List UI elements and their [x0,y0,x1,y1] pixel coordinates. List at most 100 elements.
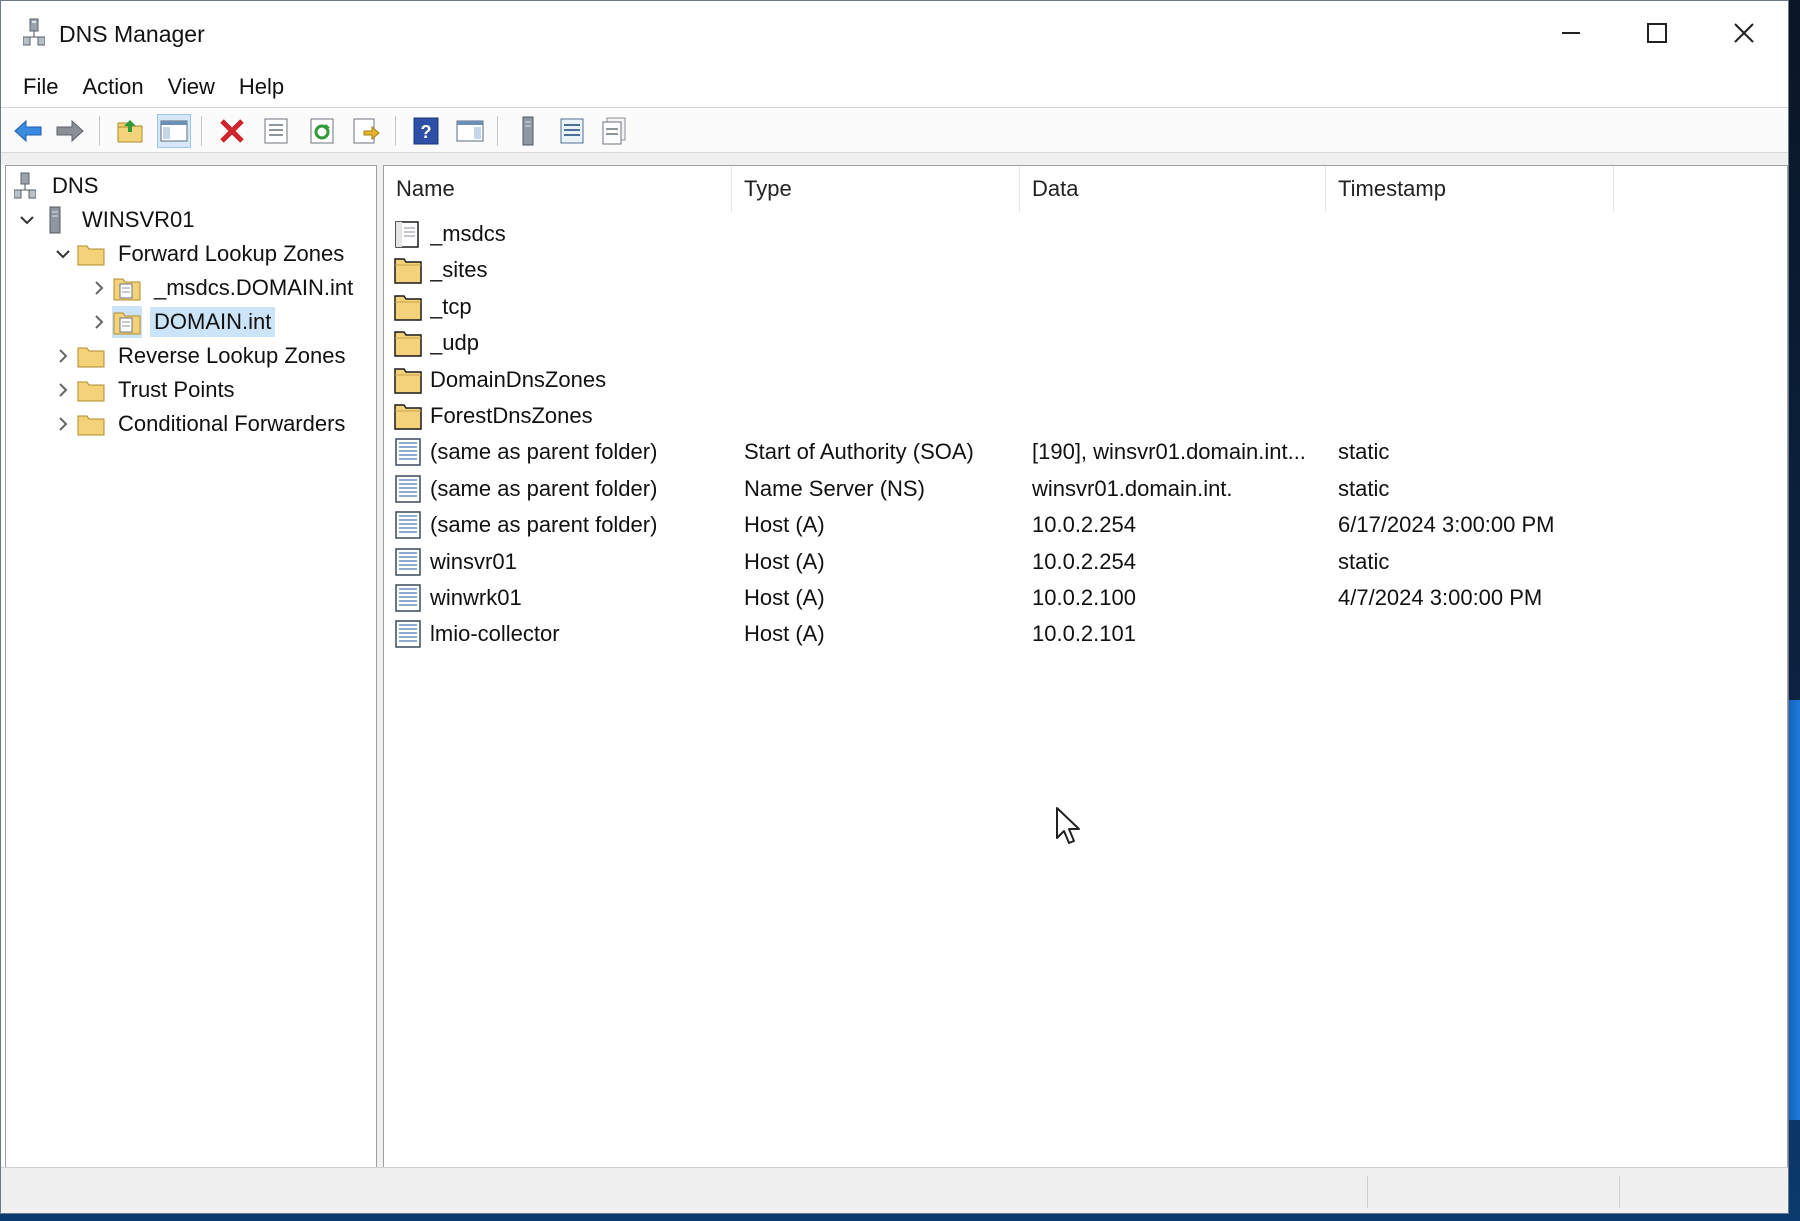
cell-data [1032,216,1322,252]
cell-timestamp [1338,325,1638,361]
record-icon [394,438,422,467]
close-button[interactable] [1704,9,1784,57]
cell-data [1032,289,1322,325]
tree-item-forward-lookup-zones[interactable]: Forward Lookup Zones [50,238,348,270]
export-list-button[interactable] [349,114,383,148]
folder-icon [76,374,106,406]
list-view-button[interactable] [555,114,589,148]
cell-timestamp: static [1338,439,1390,465]
help-button[interactable]: ? [409,114,443,148]
table-row[interactable]: _sites [384,252,1684,288]
record-icon [394,584,422,612]
back-arrow-icon [14,119,42,143]
tree-item-server[interactable]: WINSVR01 [14,204,198,236]
server-button[interactable] [511,114,545,148]
table-row[interactable]: (same as parent folder) Start of Authorit… [384,434,1684,470]
records-list: Name Type Data Timestamp _msdcs _sites _tc… [383,165,1788,1169]
folder-icon [394,329,422,357]
tree-item-zone-domain[interactable]: DOMAIN.int [86,306,276,338]
folder-icon [394,293,422,321]
svg-text:?: ? [421,122,432,142]
minimize-button[interactable] [1531,9,1611,57]
chevron-down-icon[interactable] [14,204,40,236]
tree-item-conditional-forwarders[interactable]: Conditional Forwarders [50,408,349,440]
table-row[interactable]: (same as parent folder) Name Server (NS) w… [384,471,1684,507]
record-icon [394,475,422,503]
folder-icon [394,366,422,394]
cell-timestamp [1338,362,1638,398]
table-row[interactable]: (same as parent folder) Host (A) 10.0.2.25… [384,507,1684,543]
cell-name: ForestDnsZones [430,403,593,428]
menu-file[interactable]: File [11,69,70,105]
table-row[interactable]: ForestDnsZones [384,398,1684,434]
cell-type: Host (A) [744,585,825,610]
dns-icon [10,170,40,202]
console-tree-icon [160,120,188,142]
tree-label: _msdcs.DOMAIN.int [154,275,354,300]
refresh-button[interactable] [305,114,339,148]
tree-item-reverse-lookup-zones[interactable]: Reverse Lookup Zones [50,340,349,372]
toolbar-separator [395,116,396,146]
folder-icon [76,340,106,372]
tree-item-trust-points[interactable]: Trust Points [50,374,239,406]
menu-view[interactable]: View [156,69,227,105]
folder-icon [394,256,422,285]
column-header-timestamp[interactable]: Timestamp [1326,166,1614,212]
table-row[interactable]: DomainDnsZones [384,362,1684,398]
menu-help[interactable]: Help [227,69,296,105]
forward-button[interactable] [53,114,87,148]
chevron-right-icon[interactable] [86,306,112,338]
properties-button[interactable] [259,114,293,148]
cell-name: lmio-collector [430,621,560,647]
list-header: Name Type Data Timestamp [384,166,1787,212]
cell-timestamp [1338,216,1638,252]
cell-name: (same as parent folder) [430,439,658,465]
cell-name: winwrk01 [430,585,522,610]
window-title: DNS Manager [59,21,205,47]
show-hide-console-tree-button[interactable] [157,114,191,148]
chevron-down-icon[interactable] [50,238,76,270]
record-icon [394,620,422,649]
detail-view-icon [602,117,626,145]
table-row[interactable]: _udp [384,325,1684,361]
column-header-data[interactable]: Data [1020,166,1326,212]
column-header-name[interactable]: Name [384,166,732,212]
chevron-right-icon[interactable] [50,374,76,406]
dns-manager-window: DNS Manager File Action View Help ? DNS … [0,0,1789,1214]
tree-label: WINSVR01 [82,207,195,232]
cell-data [1032,362,1322,398]
status-cell [1619,1176,1789,1208]
column-header-type[interactable]: Type [732,166,1020,212]
back-button[interactable] [11,114,45,148]
cell-type: Host (A) [744,512,825,538]
status-cell [1367,1176,1619,1208]
server-icon [40,204,70,236]
cell-type [744,325,1024,361]
cell-type: Start of Authority (SOA) [744,439,974,465]
zone-icon [112,306,142,338]
detail-view-button[interactable] [597,114,631,148]
title-bar[interactable]: DNS Manager [1,1,1788,67]
cell-name: winsvr01 [430,548,517,574]
table-row[interactable]: winwrk01 Host (A) 10.0.2.100 4/7/2024 3:00:… [384,580,1684,616]
show-hide-action-pane-button[interactable] [453,114,487,148]
table-row[interactable]: _tcp [384,289,1684,325]
chevron-right-icon[interactable] [86,272,112,304]
cell-name: _msdcs [430,221,506,246]
table-row[interactable]: winsvr01 Host (A) 10.0.2.254 static [384,544,1684,580]
cell-timestamp [1338,398,1638,434]
up-one-level-button[interactable] [113,114,147,148]
table-row[interactable]: lmio-collector Host (A) 10.0.2.101 [384,616,1684,652]
cell-type: Host (A) [744,621,825,647]
maximize-button[interactable] [1617,9,1697,57]
delete-button[interactable] [215,114,249,148]
zone-icon [112,272,142,304]
menu-action[interactable]: Action [70,69,155,105]
tree-item-dns[interactable]: DNS [10,170,102,202]
chevron-right-icon[interactable] [50,408,76,440]
toolbar-separator [497,116,498,146]
tree-item-zone-msdcs[interactable]: _msdcs.DOMAIN.int [86,272,357,304]
tree-label: Reverse Lookup Zones [118,343,346,368]
chevron-right-icon[interactable] [50,340,76,372]
table-row[interactable]: _msdcs [384,216,1684,252]
